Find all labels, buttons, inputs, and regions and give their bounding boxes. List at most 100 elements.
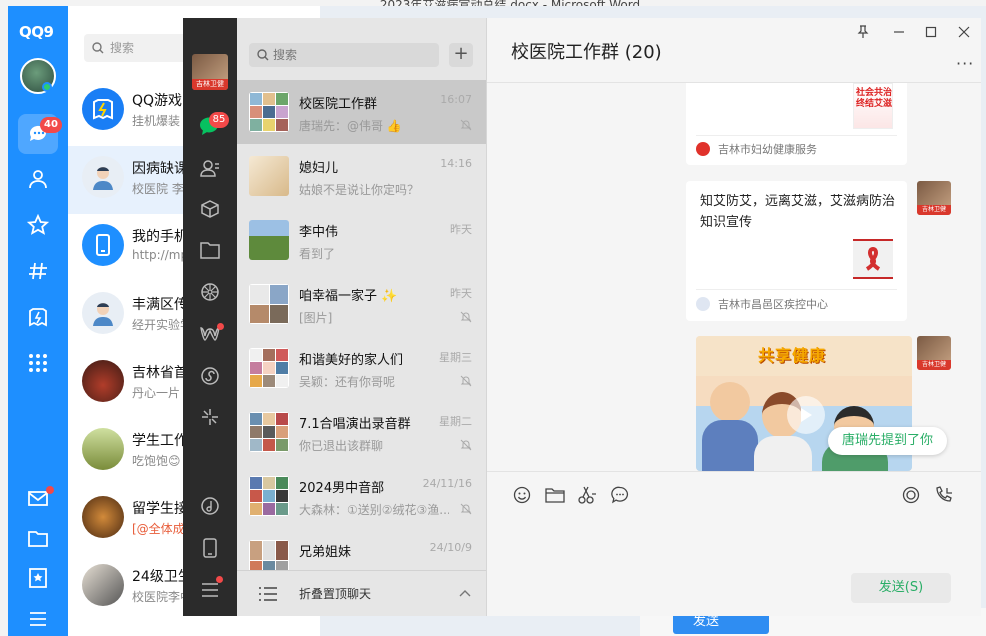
chat-preview: 吴颖：还有你哥呢 <box>299 375 396 389</box>
contacts-icon[interactable] <box>25 166 51 192</box>
chat-time: 24/10/9 <box>429 541 472 554</box>
moments-icon[interactable] <box>198 280 222 304</box>
chat-preview: 大森林：①送别②绒花③渔... <box>299 503 449 517</box>
chat-preview: 看到了 <box>299 247 336 261</box>
article-thumbnail: 社会共治 终结艾滋 <box>853 83 893 129</box>
conversation-preview: http://mp <box>132 248 189 262</box>
chat-title: 咱幸福一家子 ✨ <box>299 289 398 304</box>
live-icon[interactable] <box>900 484 922 506</box>
search-icon <box>257 49 269 61</box>
more-options-icon[interactable]: ··· <box>956 54 974 73</box>
chat-list-item[interactable]: 校医院工作群 16:07 唐瑞先：@伟哥 👍 <box>237 80 486 144</box>
chat-list-item[interactable]: 李中伟 昨天 看到了 <box>237 208 486 272</box>
conversation-title: 因病缺课 <box>132 161 188 177</box>
group-avatar <box>249 412 289 452</box>
chevron-up-icon <box>459 590 471 597</box>
qq-nav-bar: QQ9 40 <box>8 6 68 636</box>
contact-avatar <box>249 156 289 196</box>
mini-program-icon[interactable] <box>198 364 222 388</box>
chat-list-item[interactable]: 媳妇儿 14:16 姑娘不是说让你定吗？ <box>237 144 486 208</box>
chat-history-icon[interactable] <box>609 484 631 506</box>
cartoon-person <box>710 382 750 422</box>
games-icon[interactable] <box>25 304 51 330</box>
collection-icon[interactable] <box>25 565 51 591</box>
add-button[interactable]: + <box>449 43 473 67</box>
folder-icon[interactable] <box>198 238 222 262</box>
chat-time: 24/11/16 <box>422 477 472 490</box>
group-avatar <box>249 92 289 132</box>
settings-notification-dot <box>216 576 223 583</box>
fold-pinned-chats[interactable]: 折叠置顶聊天 <box>237 570 486 616</box>
wechat-search-input[interactable]: 搜索 <box>249 43 439 67</box>
pin-icon[interactable] <box>853 22 873 42</box>
chat-list-item[interactable]: 2024男中音部 24/11/16 大森林：①送别②绒花③渔... <box>237 464 486 528</box>
contact-avatar <box>82 292 124 334</box>
send-button[interactable]: 发送(S) <box>851 573 951 603</box>
wechat-unread-badge: 85 <box>209 112 229 128</box>
wechat-chat-list: 搜索 + 校医院工作群 16:07 唐瑞先：@伟哥 👍 媳妇儿 14:16 姑娘… <box>237 18 487 616</box>
sender-avatar[interactable]: 吉林卫健 <box>917 336 951 370</box>
group-avatar <box>249 284 289 324</box>
qq-logo: QQ9 <box>19 23 54 41</box>
wechat-chat-pane: 校医院工作群 (20) ··· 社会共治 终结艾滋 吉林市妇幼健康服务 知艾防艾… <box>487 18 981 616</box>
play-icon[interactable] <box>787 396 825 434</box>
mute-icon <box>460 311 472 323</box>
conversation-preview: 挂机爆装 <box>132 114 181 128</box>
sender-avatar[interactable]: 吉林卫健 <box>917 181 951 215</box>
chat-title: 校医院工作群 (20) <box>511 42 662 63</box>
voice-call-icon[interactable] <box>933 484 955 506</box>
conversation-preview: [@全体成 <box>132 522 185 536</box>
mention-notice[interactable]: 唐瑞先提到了你 <box>828 427 948 455</box>
mute-icon <box>460 375 472 387</box>
phone-device-avatar <box>82 224 124 266</box>
folder-icon[interactable] <box>544 484 566 506</box>
box-icon[interactable] <box>198 197 222 221</box>
chat-time: 14:16 <box>440 157 472 170</box>
chat-list-item[interactable]: 和谐美好的家人们 星期三 吴颖：还有你哥呢 <box>237 336 486 400</box>
mute-icon <box>460 503 472 515</box>
conversation-preview: 丹心一片 <box>132 386 181 400</box>
channels-notification-dot <box>217 323 224 330</box>
qq-game-avatar <box>82 88 124 130</box>
chat-list-item[interactable]: 咱幸福一家子 ✨ 昨天 [图片] <box>237 272 486 336</box>
chat-title: 兄弟姐妹 <box>299 545 352 560</box>
search-icon[interactable] <box>198 405 222 429</box>
conversation-title: 我的手机 <box>132 229 188 245</box>
minimize-icon[interactable] <box>889 22 909 42</box>
thumbnail-caption: 社会共治 终结艾滋 <box>855 88 892 109</box>
chat-preview: 你已退出该群聊 <box>299 439 384 453</box>
group-avatar <box>249 348 289 388</box>
article-card[interactable]: 知艾防艾，远离艾滋，艾滋病防治知识宣传 吉林市昌邑区疾控中心 <box>686 181 907 321</box>
red-ribbon-thumbnail <box>853 239 893 279</box>
phone-icon[interactable] <box>198 536 222 560</box>
input-divider <box>487 471 981 472</box>
favorites-icon[interactable] <box>25 212 51 238</box>
group-avatar <box>82 360 124 402</box>
channels-icon[interactable] <box>25 258 51 284</box>
article-card[interactable]: 社会共治 终结艾滋 吉林市妇幼健康服务 <box>686 83 907 165</box>
apps-icon[interactable] <box>25 350 51 376</box>
chat-list-item[interactable]: 兄弟姐妹 24/10/9 <box>237 528 486 570</box>
conversation-title: 留学生接 <box>132 501 188 517</box>
mute-icon <box>460 439 472 451</box>
wechat-user-avatar[interactable]: 吉林卫健 <box>192 54 228 90</box>
avatar-label: 吉林卫健 <box>192 79 228 90</box>
contact-avatar <box>82 156 124 198</box>
contacts-icon[interactable] <box>198 156 222 180</box>
search-icon <box>92 42 104 54</box>
maximize-icon[interactable] <box>921 22 941 42</box>
close-icon[interactable] <box>954 22 974 42</box>
chat-list-item[interactable]: 7.1合唱演出录音群 星期二 你已退出该群聊 <box>237 400 486 464</box>
chat-title: 7.1合唱演出录音群 <box>299 417 411 432</box>
scissors-icon[interactable] <box>576 484 598 506</box>
article-title: 知艾防艾，远离艾滋，艾滋病防治知识宣传 <box>700 194 896 230</box>
emoji-icon[interactable] <box>511 484 533 506</box>
menu-icon[interactable] <box>25 606 51 632</box>
music-icon[interactable] <box>198 494 222 518</box>
card-divider <box>696 135 897 136</box>
article-source: 吉林市昌邑区疾控中心 <box>696 296 828 312</box>
list-icon <box>259 587 277 601</box>
chat-title: 李中伟 <box>299 225 339 240</box>
conversation-title: 学生工作 <box>132 433 188 449</box>
folder-icon[interactable] <box>25 525 51 551</box>
